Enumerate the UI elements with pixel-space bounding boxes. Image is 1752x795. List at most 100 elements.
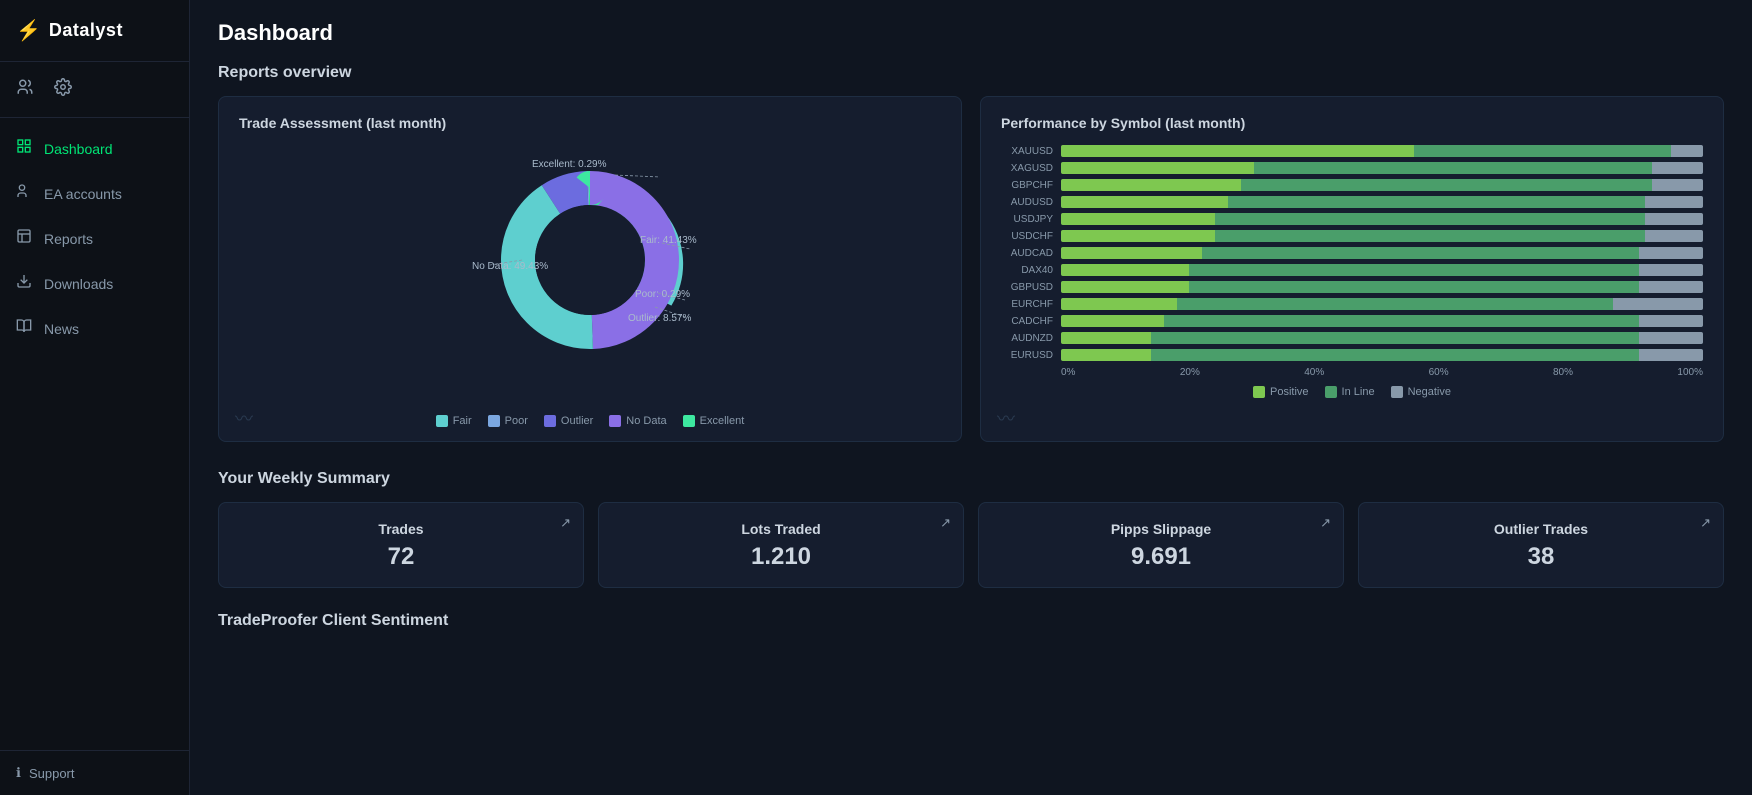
bar-positive-segment <box>1061 298 1177 310</box>
summary-card-value: 38 <box>1377 543 1705 571</box>
bar-track <box>1061 349 1703 361</box>
reports-overview-title: Reports overview <box>218 64 1724 82</box>
bar-row: AUDCAD <box>1001 247 1703 259</box>
bar-row: GBPUSD <box>1001 281 1703 293</box>
legend-poor-label: Poor <box>505 415 528 427</box>
bar-label: USDCHF <box>1001 231 1053 242</box>
support-link[interactable]: ℹ Support <box>0 750 189 795</box>
bar-inline-segment <box>1215 213 1645 225</box>
bar-label: XAUUSD <box>1001 146 1053 157</box>
bar-inline-segment <box>1228 196 1645 208</box>
summary-card-title: Lots Traded <box>617 521 945 537</box>
sidebar-item-label: EA accounts <box>44 186 122 202</box>
sidebar-item-news[interactable]: News <box>0 306 189 351</box>
bar-legend-positive-dot <box>1253 386 1265 398</box>
logo-icon: ⚡ <box>16 18 41 43</box>
performance-symbol-title: Performance by Symbol (last month) <box>1001 115 1703 131</box>
summary-card-lots-traded[interactable]: ↗Lots Traded 1.210 <box>598 502 964 588</box>
summary-card-value: 9.691 <box>997 543 1325 571</box>
svg-text:Fair: 41.43%: Fair: 41.43% <box>640 235 697 246</box>
bar-inline-segment <box>1202 247 1639 259</box>
bar-label: CADCHF <box>1001 316 1053 327</box>
bar-row: AUDNZD <box>1001 332 1703 344</box>
dashboard-icon <box>16 138 32 159</box>
bar-inline-segment <box>1189 281 1638 293</box>
bar-track <box>1061 298 1703 310</box>
bar-track <box>1061 230 1703 242</box>
sidebar-top-icons <box>0 62 189 118</box>
bar-negative-segment <box>1645 196 1703 208</box>
charts-row: Trade Assessment (last month) <box>218 96 1724 442</box>
bar-legend-positive: Positive <box>1253 386 1309 398</box>
legend-nodata-dot <box>609 415 621 427</box>
bar-negative-segment <box>1639 315 1703 327</box>
bar-negative-segment <box>1645 213 1703 225</box>
bar-track <box>1061 213 1703 225</box>
sentiment-title: TradeProofer Client Sentiment <box>218 612 1724 630</box>
bar-label: DAX40 <box>1001 265 1053 276</box>
page-title: Dashboard <box>218 20 1724 46</box>
legend-outlier-label: Outlier <box>561 415 593 427</box>
reports-icon <box>16 228 32 249</box>
summary-card-value: 1.210 <box>617 543 945 571</box>
bar-row: CADCHF <box>1001 315 1703 327</box>
legend-outlier: Outlier <box>544 415 593 427</box>
bar-negative-segment <box>1652 179 1703 191</box>
news-icon <box>16 318 32 339</box>
bar-label: AUDNZD <box>1001 333 1053 344</box>
bar-row: USDCHF <box>1001 230 1703 242</box>
sidebar-item-ea-accounts[interactable]: EA accounts <box>0 171 189 216</box>
bar-negative-segment <box>1613 298 1703 310</box>
bar-row: DAX40 <box>1001 264 1703 276</box>
bar-track <box>1061 281 1703 293</box>
ea-accounts-icon <box>16 183 32 204</box>
svg-text:Outlier: 8.57%: Outlier: 8.57% <box>628 313 691 324</box>
summary-card-outlier-trades[interactable]: ↗Outlier Trades38 <box>1358 502 1724 588</box>
bar-track <box>1061 145 1703 157</box>
gear-icon[interactable] <box>54 78 72 101</box>
legend-excellent-dot <box>683 415 695 427</box>
svg-text:No Data: 49.43%: No Data: 49.43% <box>472 261 548 272</box>
bar-positive-segment <box>1061 162 1254 174</box>
bar-row: GBPCHF <box>1001 179 1703 191</box>
bar-positive-segment <box>1061 264 1189 276</box>
summary-card-trades[interactable]: ↗Trades72 <box>218 502 584 588</box>
bar-row: EURCHF <box>1001 298 1703 310</box>
external-link-icon: ↗ <box>560 515 571 531</box>
summary-card-value: 72 <box>237 543 565 571</box>
summary-row: ↗Trades72↗Lots Traded1.210↗Pipps Slippag… <box>218 502 1724 588</box>
bar-positive-segment <box>1061 230 1215 242</box>
legend-fair: Fair <box>436 415 472 427</box>
bar-positive-segment <box>1061 213 1215 225</box>
bar-row: EURUSD <box>1001 349 1703 361</box>
sidebar-item-downloads[interactable]: Downloads <box>0 261 189 306</box>
bar-label: XAGUSD <box>1001 163 1053 174</box>
bar-inline-segment <box>1414 145 1671 157</box>
svg-text:Poor: 0.29%: Poor: 0.29% <box>635 289 690 300</box>
users-icon[interactable] <box>16 78 34 101</box>
bar-row: AUDUSD <box>1001 196 1703 208</box>
legend-nodata-label: No Data <box>626 415 666 427</box>
chart-footer-wave-icon: 〰 <box>235 405 253 431</box>
bar-label: GBPUSD <box>1001 282 1053 293</box>
sidebar-item-reports[interactable]: Reports <box>0 216 189 261</box>
legend-poor-dot <box>488 415 500 427</box>
bar-negative-segment <box>1639 247 1703 259</box>
bar-legend-inline: In Line <box>1325 386 1375 398</box>
weekly-summary-title: Your Weekly Summary <box>218 470 1724 488</box>
sidebar-item-label: Reports <box>44 231 93 247</box>
bar-positive-segment <box>1061 349 1151 361</box>
legend-fair-dot <box>436 415 448 427</box>
support-icon: ℹ <box>16 765 21 781</box>
bar-inline-segment <box>1151 349 1639 361</box>
bar-label: USDJPY <box>1001 214 1053 225</box>
external-link-icon: ↗ <box>1320 515 1331 531</box>
bar-inline-segment <box>1215 230 1645 242</box>
bar-positive-segment <box>1061 281 1189 293</box>
summary-card-pipps-slippage[interactable]: ↗Pipps Slippage9.691 <box>978 502 1344 588</box>
bar-track <box>1061 179 1703 191</box>
downloads-icon <box>16 273 32 294</box>
external-link-icon: ↗ <box>940 515 951 531</box>
sidebar-item-dashboard[interactable]: Dashboard <box>0 126 189 171</box>
bar-negative-segment <box>1639 349 1703 361</box>
